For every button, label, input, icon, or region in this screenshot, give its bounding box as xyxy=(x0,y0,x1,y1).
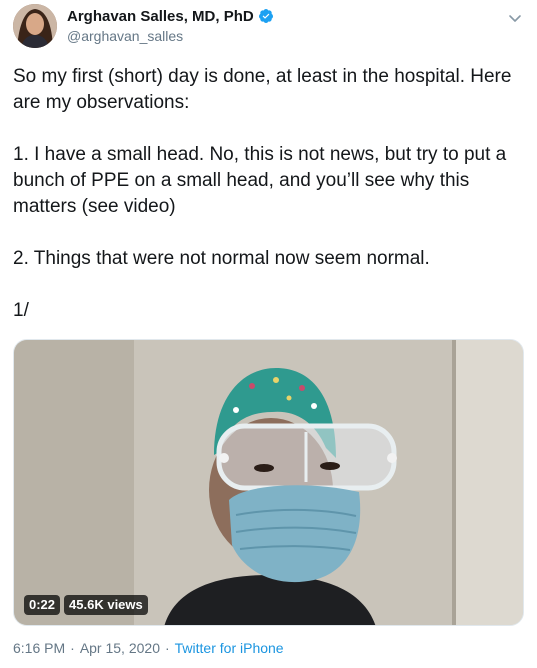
tweet-paragraph: 2. Things that were not normal now seem … xyxy=(13,248,430,269)
video-player[interactable]: 0:22 45.6K views xyxy=(13,339,524,626)
tweet-paragraph: 1/ xyxy=(13,300,29,321)
tweet-card: Arghavan Salles, MD, PhD @arghavan_salle… xyxy=(0,0,537,668)
name-row: Arghavan Salles, MD, PhD xyxy=(67,6,274,26)
avatar[interactable] xyxy=(13,4,57,48)
video-duration: 0:22 xyxy=(24,595,61,615)
video-views: 45.6K views xyxy=(64,595,148,615)
verified-badge-icon xyxy=(258,8,274,24)
tweet-paragraph: 1. I have a small head. No, this is not … xyxy=(13,144,507,217)
tweet-source-link[interactable]: Twitter for iPhone xyxy=(175,640,284,656)
tweet-paragraph: So my first (short) day is done, at leas… xyxy=(13,66,512,113)
tweet-text: So my first (short) day is done, at leas… xyxy=(13,64,528,324)
author-info: Arghavan Salles, MD, PhD @arghavan_salle… xyxy=(67,6,274,44)
separator: · xyxy=(70,640,75,656)
video-badges: 0:22 45.6K views xyxy=(24,595,148,615)
tweet-time[interactable]: 6:16 PM xyxy=(13,640,65,656)
tweet-date[interactable]: Apr 15, 2020 xyxy=(80,640,160,656)
chevron-down-icon[interactable] xyxy=(507,10,523,26)
display-name[interactable]: Arghavan Salles, MD, PhD xyxy=(67,8,254,25)
separator: · xyxy=(164,640,170,656)
video-thumbnail xyxy=(14,340,523,625)
handle[interactable]: @arghavan_salles xyxy=(67,28,274,44)
tweet-meta: 6:16 PM · Apr 15, 2020 · Twitter for iPhone xyxy=(13,640,284,656)
